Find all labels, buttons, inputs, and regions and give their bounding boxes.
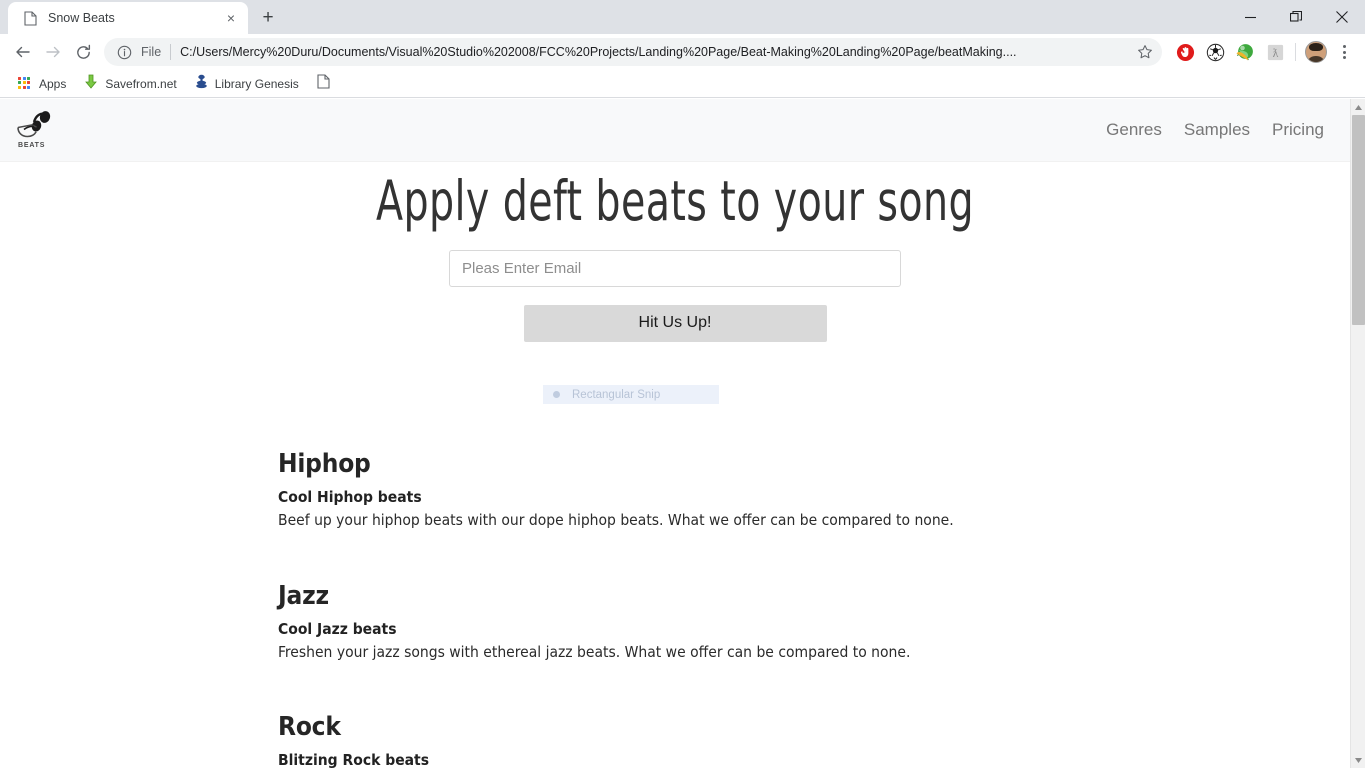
tab-strip: Snow Beats × + — [0, 0, 1365, 34]
nav-link-samples[interactable]: Samples — [1184, 120, 1250, 140]
browser-toolbar: File C:/Users/Mercy%20Duru/Documents/Vis… — [0, 34, 1365, 70]
page-scrollbar[interactable] — [1350, 99, 1365, 768]
scrollbar-thumb[interactable] — [1352, 115, 1365, 325]
close-icon[interactable]: × — [222, 9, 240, 27]
three-dot-menu-icon[interactable] — [1331, 37, 1357, 67]
genre-title: Jazz — [278, 580, 329, 611]
green-download-arrow-icon — [84, 74, 98, 94]
bookmark-label: Apps — [39, 76, 67, 91]
scroll-down-arrow-icon[interactable] — [1351, 752, 1365, 768]
reload-icon[interactable] — [68, 37, 98, 67]
genre-subtitle: Cool Jazz beats — [278, 619, 397, 638]
adblock-icon[interactable] — [1170, 37, 1200, 67]
info-circle-icon[interactable] — [114, 42, 134, 62]
toolbar-divider — [1295, 43, 1296, 61]
window-controls — [1227, 0, 1365, 34]
bookmarks-bar: Apps Savefrom.net Library Genesis — [0, 70, 1365, 98]
genre-subtitle: Blitzing Rock beats — [278, 751, 430, 768]
page-viewport: BEATS Genres Samples Pricing Apply deft … — [0, 99, 1365, 768]
library-genesis-icon — [195, 74, 208, 94]
genre-section-rock: Rock Blitzing Rock beats Get your crowd … — [278, 712, 1310, 768]
genre-subtitle: Cool Hiphop beats — [278, 487, 422, 506]
page-title: Apply deft beats to your song — [375, 169, 975, 233]
nav-link-pricing[interactable]: Pricing — [1272, 120, 1324, 140]
genre-description: Beef up your hiphop beats with our dope … — [278, 510, 954, 529]
bookmark-unnamed[interactable] — [309, 73, 345, 95]
web-page: BEATS Genres Samples Pricing Apply deft … — [0, 99, 1350, 768]
scroll-up-arrow-icon[interactable] — [1351, 99, 1365, 115]
page-icon — [317, 73, 330, 94]
snip-bullet-icon — [553, 391, 560, 398]
soccer-ball-icon[interactable] — [1200, 37, 1230, 67]
genre-section-hiphop: Hiphop Cool Hiphop beats Beef up your hi… — [278, 449, 1310, 531]
tab-title: Snow Beats — [48, 11, 115, 25]
address-bar[interactable]: File C:/Users/Mercy%20Duru/Documents/Vis… — [104, 38, 1162, 66]
bookmark-label: Savefrom.net — [105, 76, 177, 91]
page-icon — [22, 10, 38, 26]
genre-description: Freshen your jazz songs with ethereal ja… — [278, 642, 911, 661]
bookmark-savefrom[interactable]: Savefrom.net — [76, 73, 184, 95]
email-input[interactable] — [449, 249, 901, 287]
hero-section: Apply deft beats to your song — [0, 162, 1350, 233]
back-arrow-icon[interactable] — [8, 37, 38, 67]
site-nav-links: Genres Samples Pricing — [1106, 120, 1324, 140]
new-tab-button[interactable]: + — [254, 4, 282, 32]
restore-icon[interactable] — [1273, 0, 1319, 34]
browser-window: Snow Beats × + File C:/Users/Mercy%20Dur… — [0, 0, 1365, 768]
pdf-icon[interactable]: ƛ — [1260, 37, 1290, 67]
forward-arrow-icon[interactable] — [38, 37, 68, 67]
profile-avatar[interactable] — [1301, 37, 1331, 67]
svg-text:ƛ: ƛ — [1272, 47, 1278, 59]
idm-globe-icon[interactable] — [1230, 37, 1260, 67]
signup-form: Hit Us Up! — [0, 249, 1350, 342]
genre-title: Hiphop — [278, 448, 371, 479]
genre-list: Hiphop Cool Hiphop beats Beef up your hi… — [0, 449, 1350, 768]
snow-beats-logo[interactable]: BEATS — [14, 110, 60, 150]
omnibox-divider — [170, 44, 172, 60]
apps-grid-icon — [18, 76, 32, 91]
snip-overlay-label: Rectangular Snip — [572, 388, 661, 401]
genre-title: Rock — [278, 712, 341, 743]
star-icon[interactable] — [1132, 39, 1158, 65]
genre-section-jazz: Jazz Cool Jazz beats Freshen your jazz s… — [278, 581, 1310, 663]
url-text: C:/Users/Mercy%20Duru/Documents/Visual%2… — [180, 45, 1017, 59]
browser-tab[interactable]: Snow Beats × — [8, 2, 248, 34]
bookmark-apps[interactable]: Apps — [10, 73, 74, 95]
nav-link-genres[interactable]: Genres — [1106, 120, 1162, 140]
bookmark-library-genesis[interactable]: Library Genesis — [187, 73, 307, 95]
close-icon[interactable] — [1319, 0, 1365, 34]
extension-icons: ƛ — [1170, 37, 1357, 67]
url-scheme-label: File — [141, 45, 162, 59]
rectangular-snip-overlay: Rectangular Snip — [543, 385, 719, 404]
bookmark-label: Library Genesis — [214, 76, 299, 91]
submit-button[interactable]: Hit Us Up! — [523, 304, 827, 342]
logo-wordmark: BEATS — [18, 142, 46, 149]
minimize-icon[interactable] — [1227, 0, 1273, 34]
site-navbar: BEATS Genres Samples Pricing — [0, 99, 1350, 162]
